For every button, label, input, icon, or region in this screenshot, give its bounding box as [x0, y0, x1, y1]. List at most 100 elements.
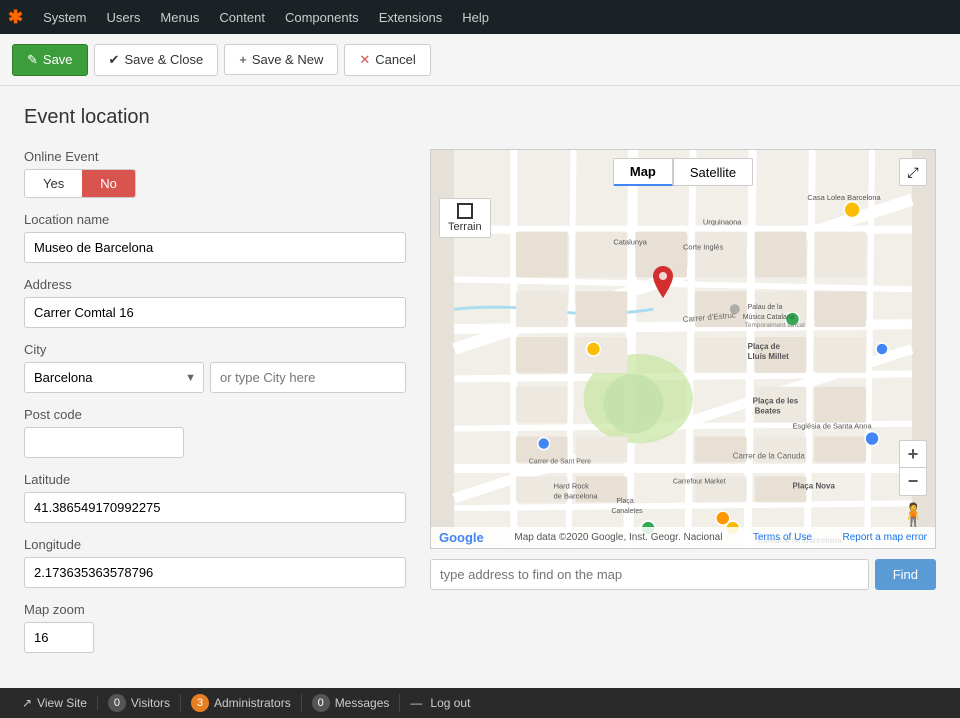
map-data-text: Map data ©2020 Google, Inst. Geogr. Naci…: [514, 532, 722, 543]
svg-text:Palau de la: Palau de la: [748, 304, 783, 311]
map-container[interactable]: Carrer d'Estruc Carrer de la Canuda Carr…: [430, 149, 936, 549]
map-zoom-input[interactable]: [24, 622, 94, 653]
latitude-label: Latitude: [24, 472, 406, 487]
logout-link[interactable]: Log out: [430, 696, 470, 710]
location-name-input[interactable]: [24, 232, 406, 263]
postcode-label: Post code: [24, 407, 406, 422]
svg-text:Plaça de: Plaça de: [748, 342, 781, 351]
logout-icon: —: [410, 696, 422, 710]
postcode-input[interactable]: [24, 427, 184, 458]
address-input[interactable]: [24, 297, 406, 328]
map-tab-controls: Map Satellite: [431, 158, 935, 186]
online-event-label: Online Event: [24, 149, 406, 164]
find-button[interactable]: Find: [875, 559, 936, 590]
postcode-field: Post code: [24, 407, 406, 458]
terrain-button[interactable]: Terrain: [439, 198, 491, 238]
online-event-field: Online Event Yes No: [24, 149, 406, 198]
map-background: Carrer d'Estruc Carrer de la Canuda Carr…: [431, 150, 935, 548]
external-link-icon: ↗: [22, 696, 32, 710]
longitude-field: Longitude: [24, 537, 406, 588]
save-new-button[interactable]: + Save & New: [224, 44, 338, 75]
map-zoom-label: Map zoom: [24, 602, 406, 617]
cancel-icon: ✕: [359, 52, 370, 68]
svg-text:Música Catalana: Música Catalana: [743, 314, 795, 321]
city-type-input[interactable]: [210, 362, 406, 393]
save-icon: ✎: [27, 52, 38, 68]
fullscreen-button[interactable]: ⤢: [899, 158, 927, 186]
zoom-in-icon: +: [908, 444, 919, 465]
main-content: Event location Online Event Yes No Locat…: [0, 86, 960, 687]
svg-text:Lluís Millet: Lluís Millet: [748, 352, 789, 361]
save-close-button[interactable]: ✔ Save & Close: [94, 44, 219, 76]
longitude-input[interactable]: [24, 557, 406, 588]
visitors-badge: 0: [108, 694, 126, 712]
online-event-toggle: Yes No: [24, 169, 136, 198]
nav-users[interactable]: Users: [96, 4, 150, 31]
map-marker: [653, 266, 673, 301]
logout-item: — Log out: [400, 696, 480, 710]
zoom-out-icon: −: [908, 471, 919, 492]
view-site-link[interactable]: View Site: [37, 696, 87, 710]
svg-text:Hard Rock: Hard Rock: [554, 481, 589, 490]
city-label: City: [24, 342, 406, 357]
toolbar: ✎ Save ✔ Save & Close + Save & New ✕ Can…: [0, 34, 960, 86]
latitude-field: Latitude: [24, 472, 406, 523]
city-select-wrapper: Barcelona ▼: [24, 362, 204, 393]
admins-link[interactable]: Administrators: [214, 696, 291, 710]
checkmark-icon: ✔: [109, 52, 120, 68]
form-section: Online Event Yes No Location name Addres…: [24, 149, 406, 667]
location-pin-icon: [653, 266, 673, 298]
map-tab-satellite[interactable]: Satellite: [673, 158, 753, 186]
map-tab-map[interactable]: Map: [613, 158, 673, 186]
city-select[interactable]: Barcelona: [24, 362, 204, 393]
messages-label: Messages: [335, 696, 390, 710]
map-terms-link[interactable]: Terms of Use: [753, 532, 812, 543]
location-name-field: Location name: [24, 212, 406, 263]
zoom-in-button[interactable]: +: [899, 440, 927, 468]
svg-text:de Barcelona: de Barcelona: [554, 491, 599, 500]
joomla-logo: ✱: [8, 7, 23, 28]
find-address-input[interactable]: [430, 559, 869, 590]
nav-system[interactable]: System: [33, 4, 96, 31]
svg-text:Carrer de Sant Pere: Carrer de Sant Pere: [529, 458, 591, 465]
cancel-button[interactable]: ✕ Cancel: [344, 44, 430, 76]
save-button[interactable]: ✎ Save: [12, 44, 88, 76]
admins-item: 3 Administrators: [181, 694, 302, 712]
nav-help[interactable]: Help: [452, 4, 499, 31]
nav-components[interactable]: Components: [275, 4, 369, 31]
map-error-link[interactable]: Report a map error: [842, 532, 926, 543]
latitude-input[interactable]: [24, 492, 406, 523]
find-address-row: Find: [430, 559, 936, 590]
zoom-out-button[interactable]: −: [899, 468, 927, 496]
online-event-yes[interactable]: Yes: [25, 170, 82, 197]
status-bar: ↗ View Site 0 Visitors 3 Administrators …: [0, 688, 960, 718]
online-event-no[interactable]: No: [82, 170, 135, 197]
longitude-label: Longitude: [24, 537, 406, 552]
city-row: Barcelona ▼: [24, 362, 406, 393]
pegman-icon[interactable]: 🧍: [900, 502, 927, 528]
svg-text:Canaletes: Canaletes: [611, 508, 643, 515]
svg-text:Urquinaona: Urquinaona: [703, 218, 742, 227]
map-zoom-field: Map zoom: [24, 602, 406, 653]
nav-menus[interactable]: Menus: [150, 4, 209, 31]
svg-text:Corte Inglés: Corte Inglés: [683, 243, 723, 252]
svg-text:Plaça: Plaça: [616, 498, 634, 505]
admins-badge: 3: [191, 694, 209, 712]
address-label: Address: [24, 277, 406, 292]
terrain-icon: [457, 203, 473, 219]
map-section: Carrer d'Estruc Carrer de la Canuda Carr…: [430, 149, 936, 590]
google-logo: Google: [439, 530, 484, 545]
map-footer: Google Map data ©2020 Google, Inst. Geog…: [431, 527, 935, 548]
nav-content[interactable]: Content: [209, 4, 275, 31]
svg-text:Plaça de les: Plaça de les: [753, 397, 799, 406]
messages-badge: 0: [312, 694, 330, 712]
location-name-label: Location name: [24, 212, 406, 227]
nav-extensions[interactable]: Extensions: [369, 4, 453, 31]
visitors-item: 0 Visitors: [98, 694, 181, 712]
top-navigation: ✱ System Users Menus Content Components …: [0, 0, 960, 34]
visitors-label: Visitors: [131, 696, 170, 710]
city-field: City Barcelona ▼: [24, 342, 406, 393]
svg-text:Catalunya: Catalunya: [613, 238, 647, 247]
address-field: Address: [24, 277, 406, 328]
svg-text:Carrer de la Canuda: Carrer de la Canuda: [733, 451, 806, 460]
